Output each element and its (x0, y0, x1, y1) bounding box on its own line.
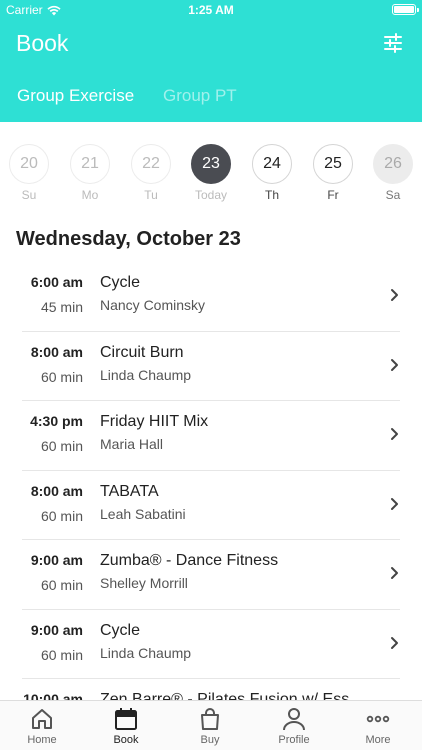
class-instructor: Nancy Cominsky (100, 297, 206, 313)
tab-more-label: More (365, 734, 391, 746)
class-time: 8:00 am (30, 343, 83, 360)
class-type-tabs: Group Exercise Group PT (0, 86, 422, 110)
bottom-tab-bar: Home Book Buy Profile More (0, 700, 422, 750)
class-time: 6:00 am (30, 274, 83, 290)
home-icon (32, 709, 52, 729)
class-duration: 45 min (40, 299, 83, 315)
status-bar: Carrier 1:25 AM (0, 0, 422, 20)
day-name: Tu (144, 188, 158, 202)
sliders-icon (384, 33, 402, 53)
class-row[interactable]: 6:00 am 45 min Cycle Nancy Cominsky (0, 262, 422, 332)
tab-book[interactable]: Book (84, 706, 168, 746)
class-name: Zumba® - Dance Fitness (100, 552, 279, 569)
day-23[interactable]: 23 Today (190, 144, 232, 202)
class-time: 9:00 am (30, 552, 83, 568)
class-row[interactable]: 4:30 pm 60 min Friday HIIT Mix Maria Hall (0, 401, 422, 471)
class-duration: 60 min (40, 368, 83, 385)
day-number: 26 (373, 144, 413, 184)
tab-profile[interactable]: Profile (252, 706, 336, 746)
class-duration: 60 min (40, 577, 83, 593)
chevron-right-icon (391, 567, 398, 579)
class-row[interactable]: 9:00 am 60 min Cycle Linda Chaump (0, 610, 422, 680)
chevron-right-icon (391, 636, 398, 649)
filter-button[interactable] (382, 32, 404, 54)
shopping-bag-icon (201, 708, 219, 730)
tab-profile-label: Profile (278, 734, 310, 746)
class-row[interactable]: 10:00 am60 minZen Barre® - Pilates Fusio… (0, 679, 422, 700)
class-time: 10:00 am (23, 691, 83, 700)
class-list: 6:00 am 45 min Cycle Nancy Cominsky 8:00 am 6… (0, 262, 422, 700)
chevron-right-icon (391, 497, 398, 510)
calendar-icon (115, 708, 137, 730)
class-name: TABATA (100, 482, 159, 500)
day-number: 20 (9, 144, 49, 184)
class-name: Circuit Burn (100, 343, 184, 361)
person-icon (283, 708, 305, 731)
day-22[interactable]: 22 Tu (130, 144, 172, 202)
class-time: 8:00 am (30, 482, 83, 499)
class-instructor: Maria Hall (100, 436, 164, 452)
tab-group-exercise[interactable]: Group Exercise (17, 86, 134, 106)
week-selector: 20 Su 21 Mo 22 Tu 23 Today 24 Th 25 Fr 26 Sa (0, 144, 422, 206)
day-number: 24 (252, 144, 292, 184)
day-number: 25 (313, 144, 353, 184)
chevron-right-icon (391, 358, 398, 371)
tab-buy[interactable]: Buy (168, 706, 252, 746)
chevron-right-icon (391, 289, 398, 301)
class-duration: 60 min (40, 507, 83, 524)
day-21[interactable]: 21 Mo (69, 144, 111, 202)
day-name: Th (264, 188, 279, 202)
class-name: Cycle (100, 274, 141, 291)
class-row[interactable]: 8:00 am 60 min TABATA Leah Sabatini (0, 471, 422, 541)
class-instructor: Leah Sabatini (100, 505, 186, 522)
day-number: 21 (70, 144, 110, 184)
day-name: Sa (385, 188, 401, 202)
header: Book Group Exercise Group PT (0, 20, 422, 122)
class-row[interactable]: 9:00 am 60 min Zumba® - Dance Fitness Shell… (0, 540, 422, 610)
day-name: Mo (81, 188, 99, 202)
day-name: Today (194, 188, 228, 202)
day-number: 22 (131, 144, 171, 184)
day-26: 26 Sa (372, 144, 414, 202)
page-title: Book (16, 30, 69, 56)
class-instructor: Linda Chaump (100, 644, 192, 661)
class-row[interactable]: 8:00 am 60 min Circuit Burn Linda Chaump (0, 332, 422, 402)
status-time: 1:25 AM (188, 3, 234, 17)
tab-home-label: Home (27, 734, 57, 746)
day-number: 23 (191, 144, 231, 184)
class-time: 4:30 pm (30, 413, 83, 429)
day-25[interactable]: 25 Fr (312, 144, 354, 202)
day-name: Su (21, 188, 37, 202)
class-time: 9:00 am (30, 621, 83, 638)
day-24[interactable]: 24 Th (251, 144, 293, 202)
tab-home[interactable]: Home (0, 706, 84, 746)
class-duration: 60 min (40, 646, 83, 663)
more-icon (366, 715, 390, 723)
chevron-right-icon (391, 428, 398, 440)
class-name: Zen Barre® - Pilates Fusion w/ Ess (100, 691, 350, 700)
class-instructor: Linda Chaump (100, 366, 192, 383)
tab-group-pt[interactable]: Group PT (163, 86, 237, 106)
class-duration: 60 min (40, 438, 83, 454)
class-instructor: Shelley Morrill (100, 575, 188, 591)
day-20[interactable]: 20 Su (8, 144, 50, 202)
day-name: Fr (327, 188, 339, 202)
class-name: Cycle (100, 621, 141, 639)
tab-buy-label: Buy (200, 734, 220, 746)
selected-date-heading: Wednesday, October 23 (16, 228, 241, 250)
class-name: Friday HIIT Mix (100, 413, 209, 430)
battery-icon (392, 4, 419, 15)
tab-more[interactable]: More (336, 706, 420, 746)
tab-book-label: Book (113, 734, 139, 746)
